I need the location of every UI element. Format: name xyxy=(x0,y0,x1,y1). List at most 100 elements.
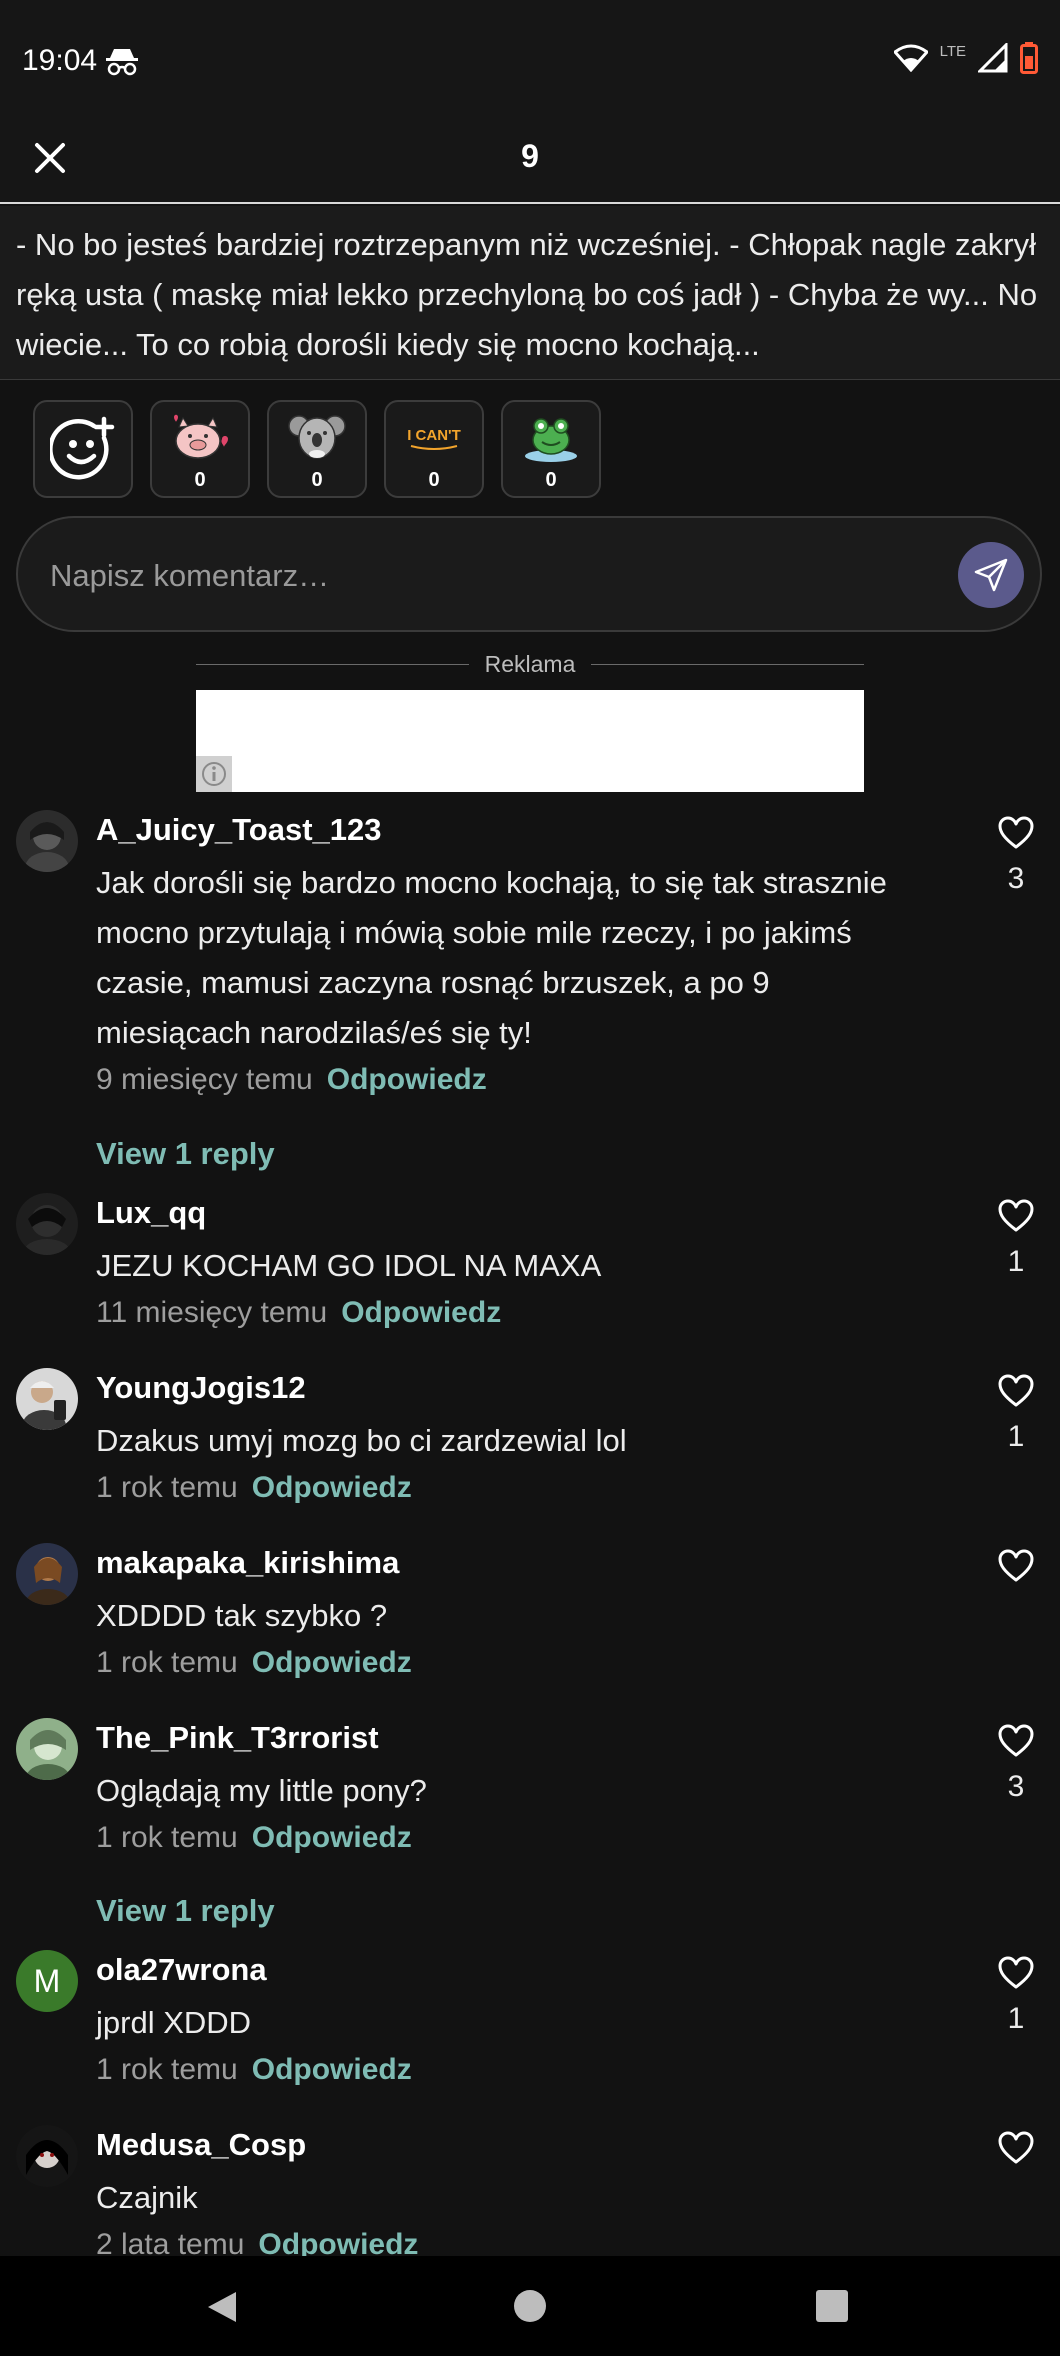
comment-input[interactable] xyxy=(50,546,930,606)
battery-icon xyxy=(1020,42,1038,74)
back-icon[interactable] xyxy=(206,2290,238,2324)
network-type: LTE xyxy=(939,42,966,60)
ad-info-button[interactable] xyxy=(196,756,232,792)
svg-text:I CAN'T: I CAN'T xyxy=(407,427,461,444)
signal-icon xyxy=(978,43,1008,73)
divider xyxy=(196,663,469,665)
frog-sticker-icon xyxy=(525,418,577,462)
avatar[interactable] xyxy=(16,1368,78,1430)
reply-button[interactable]: Odpowiedz xyxy=(252,1471,412,1504)
comment-time: 9 miesięcy temu xyxy=(96,1063,313,1096)
comment-text: XDDDD tak szybko ? xyxy=(96,1598,388,1633)
add-reaction-button[interactable] xyxy=(33,400,133,498)
comment-item: The_Pink_T3rrorist Oglądają my little po… xyxy=(0,1718,1060,1858)
view-replies-link[interactable]: View 1 reply xyxy=(96,1136,275,1172)
home-icon[interactable] xyxy=(514,2290,546,2322)
reply-button[interactable]: Odpowiedz xyxy=(341,1296,501,1329)
comment-meta: 1 rok temu Odpowiedz xyxy=(96,1468,412,1508)
comment-meta: 2 lata temu Odpowiedz xyxy=(96,2225,418,2256)
comment-text: Oglądają my little pony? xyxy=(96,1773,427,1808)
system-nav-bar xyxy=(0,2256,1060,2356)
like-heart-icon[interactable] xyxy=(998,1549,1034,1583)
wifi-icon xyxy=(893,44,928,72)
reactions-bar: 0 0 I CAN'T 0 0 xyxy=(33,400,601,498)
comment-meta: 9 miesięcy temu Odpowiedz xyxy=(96,1060,487,1100)
system-icons: LTE xyxy=(893,40,1038,76)
comment-item: A_Juicy_Toast_123 Jak dorośli się bardzo… xyxy=(0,810,1060,1110)
comment-time: 1 rok temu xyxy=(96,1821,238,1854)
avatar[interactable] xyxy=(16,2125,78,2187)
add-emoji-icon xyxy=(50,416,115,480)
ad-label: Reklama xyxy=(484,650,576,677)
reaction-i-cant[interactable]: I CAN'T 0 xyxy=(384,400,484,498)
avatar[interactable] xyxy=(16,1543,78,1605)
comment-username[interactable]: makapaka_kirishima xyxy=(96,1543,399,1583)
status-time: 19:04 xyxy=(22,44,98,77)
reaction-frog[interactable]: 0 xyxy=(501,400,601,498)
status-bar: 19:04 LTE xyxy=(0,0,1060,120)
koala-sticker-icon xyxy=(288,415,346,459)
reaction-count: 0 xyxy=(194,469,206,491)
avatar[interactable]: M xyxy=(16,1950,78,2012)
comment-meta: 1 rok temu Odpowiedz xyxy=(96,2050,412,2090)
comment-text: JEZU KOCHAM GO IDOL NA MAXA xyxy=(96,1248,602,1283)
comment-meta: 1 rok temu Odpowiedz xyxy=(96,1818,412,1858)
page-title: 9 xyxy=(521,138,539,174)
comment-username[interactable]: ola27wrona xyxy=(96,1950,267,1990)
reaction-pig[interactable]: 0 xyxy=(150,400,250,498)
comment-time: 1 rok temu xyxy=(96,2053,238,2086)
like-heart-icon[interactable] xyxy=(998,1374,1034,1408)
like-heart-icon[interactable] xyxy=(998,1956,1034,1990)
comment-username[interactable]: Medusa_Cosp xyxy=(96,2125,306,2165)
comment-text: Czajnik xyxy=(96,2180,198,2215)
comment-username[interactable]: The_Pink_T3rrorist xyxy=(96,1718,379,1758)
pig-sticker-icon xyxy=(174,414,228,459)
comment-text: Jak dorośli się bardzo mocno kochają, to… xyxy=(96,865,887,1050)
info-icon xyxy=(202,762,226,786)
comment-meta: 11 miesięcy temu Odpowiedz xyxy=(96,1293,501,1333)
like-heart-icon[interactable] xyxy=(998,2131,1034,2165)
reply-button[interactable]: Odpowiedz xyxy=(252,1646,412,1679)
reply-button[interactable]: Odpowiedz xyxy=(252,2053,412,2086)
send-icon xyxy=(974,558,1008,592)
reply-button[interactable]: Odpowiedz xyxy=(327,1063,487,1096)
comment-time: 2 lata temu xyxy=(96,2228,245,2256)
incognito-icon xyxy=(106,49,138,76)
comment-item: YoungJogis12 Dzakus umyj mozg bo ci zard… xyxy=(0,1368,1060,1508)
like-heart-icon[interactable] xyxy=(998,1199,1034,1233)
comment-input-container xyxy=(16,516,1042,632)
comment-item: M ola27wrona jprdl XDDD 1 rok temu Odpowi… xyxy=(0,1950,1060,2090)
like-count: 1 xyxy=(1007,2002,1025,2035)
avatar[interactable] xyxy=(16,1193,78,1255)
reaction-count: 0 xyxy=(428,469,440,491)
view-replies-link[interactable]: View 1 reply xyxy=(96,1893,275,1929)
reaction-count: 0 xyxy=(311,469,323,491)
like-count: 3 xyxy=(1007,862,1025,895)
comment-text: Dzakus umyj mozg bo ci zardzewial lol xyxy=(96,1423,627,1458)
comment-time: 1 rok temu xyxy=(96,1471,238,1504)
reaction-count: 0 xyxy=(545,469,557,491)
i-cant-sticker-icon: I CAN'T xyxy=(407,427,461,450)
reply-button[interactable]: Odpowiedz xyxy=(252,1821,412,1854)
comment-item: Lux_qq JEZU KOCHAM GO IDOL NA MAXA 11 mi… xyxy=(0,1193,1060,1333)
reply-button[interactable]: Odpowiedz xyxy=(258,2228,418,2256)
story-excerpt: - No bo jesteś bardziej roztrzepanym niż… xyxy=(0,206,1060,380)
comment-item: Medusa_Cosp Czajnik 2 lata temu Odpowiedz xyxy=(0,2125,1060,2256)
comment-item: makapaka_kirishima XDDDD tak szybko ? 1 … xyxy=(0,1543,1060,1683)
like-heart-icon[interactable] xyxy=(998,816,1034,850)
reaction-koala[interactable]: 0 xyxy=(267,400,367,498)
comment-meta: 1 rok temu Odpowiedz xyxy=(96,1643,412,1683)
avatar[interactable] xyxy=(16,1718,78,1780)
avatar-letter: M xyxy=(33,1962,61,1999)
comment-username[interactable]: YoungJogis12 xyxy=(96,1368,306,1408)
like-count: 1 xyxy=(1007,1420,1025,1453)
send-button[interactable] xyxy=(958,542,1024,608)
recent-apps-icon[interactable] xyxy=(816,2290,848,2322)
like-heart-icon[interactable] xyxy=(998,1724,1034,1758)
like-count: 3 xyxy=(1007,1770,1025,1803)
ad-banner[interactable] xyxy=(196,690,864,792)
comment-username[interactable]: Lux_qq xyxy=(96,1193,206,1233)
divider xyxy=(591,663,865,665)
avatar[interactable] xyxy=(16,810,78,872)
comment-username[interactable]: A_Juicy_Toast_123 xyxy=(96,810,381,850)
